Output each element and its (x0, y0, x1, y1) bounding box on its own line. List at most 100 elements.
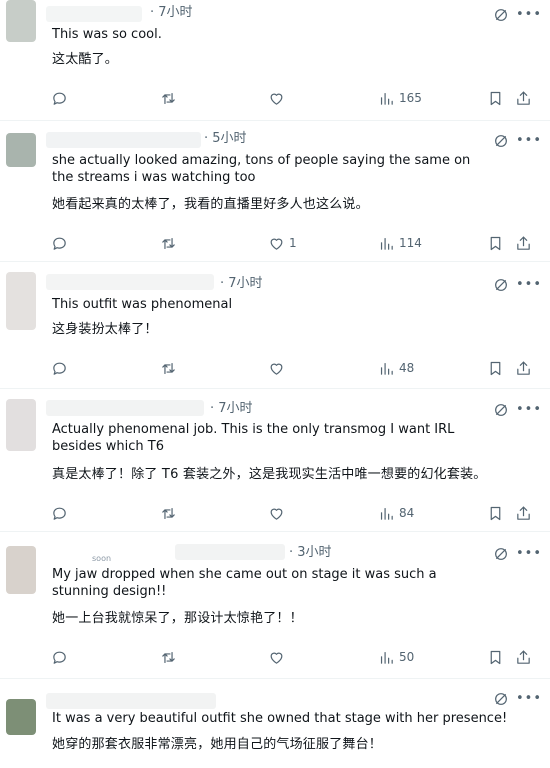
more-options-icon[interactable]: ••• (516, 692, 542, 706)
grok-icon[interactable] (493, 546, 509, 562)
bookmark-button[interactable] (487, 358, 504, 378)
bookmark-icon (487, 90, 504, 107)
reply-icon (51, 360, 68, 377)
share-button[interactable] (515, 88, 532, 108)
avatar[interactable] (6, 272, 36, 330)
author-handle-fragment: soon (92, 554, 112, 563)
retweet-icon (160, 505, 177, 522)
author-name-redacted[interactable] (46, 132, 201, 148)
avatar[interactable] (6, 133, 36, 167)
retweet-icon (160, 235, 177, 252)
view-count: 165 (399, 91, 422, 105)
share-button[interactable] (515, 233, 532, 253)
post[interactable]: · 7小时 ••• Actually phenomenal job. This … (0, 389, 550, 532)
share-button[interactable] (515, 647, 532, 667)
post-text-zh: 这太酷了。 (52, 52, 119, 67)
reply-icon (51, 649, 68, 666)
retweet-button[interactable] (160, 647, 177, 667)
bookmark-icon (487, 360, 504, 377)
post[interactable]: · 5小时 ••• she actually looked amazing, t… (0, 121, 550, 262)
more-options-icon[interactable]: ••• (516, 8, 542, 22)
more-options-icon[interactable]: ••• (516, 278, 542, 292)
like-count: 1 (289, 236, 297, 250)
author-name-redacted[interactable] (175, 544, 285, 560)
post-text-zh: 这身装扮太棒了！ (52, 322, 158, 337)
post-text-en: Actually phenomenal job. This is the onl… (52, 422, 455, 454)
view-count: 50 (399, 650, 415, 664)
post-text-en: This was so cool. (52, 27, 162, 42)
post-text-zh: 她看起来真的太棒了，我看的直播里好多人也这么说。 (52, 197, 369, 212)
reply-button[interactable] (51, 503, 68, 523)
share-icon (515, 235, 532, 252)
grok-icon[interactable] (493, 277, 509, 293)
post[interactable]: · 7小时 ••• This was so cool. 这太酷了。 165 (0, 0, 550, 121)
post-actions: 84 (0, 503, 550, 523)
post-text-en: This outfit was phenomenal (52, 297, 233, 312)
avatar[interactable] (6, 399, 36, 451)
views-icon (378, 360, 395, 377)
like-button[interactable] (268, 88, 289, 108)
like-button[interactable]: 1 (268, 233, 297, 253)
post-text-zh: 她一上台我就惊呆了，那设计太惊艳了！！ (52, 611, 303, 626)
view-count: 84 (399, 506, 415, 520)
post[interactable]: · 7小时 ••• This outfit was phenomenal 这身装… (0, 262, 550, 389)
reply-button[interactable] (51, 233, 68, 253)
post-text-en: My jaw dropped when she came out on stag… (52, 567, 437, 599)
share-icon (515, 90, 532, 107)
post-text-zh: 她穿的那套衣服非常漂亮，她用自己的气场征服了舞台！ (52, 737, 383, 752)
views-button[interactable]: 165 (378, 88, 422, 108)
post-time: · 7小时 (220, 276, 263, 291)
reply-button[interactable] (51, 647, 68, 667)
author-name-redacted[interactable] (46, 274, 214, 290)
heart-icon (268, 505, 285, 522)
more-options-icon[interactable]: ••• (516, 547, 542, 561)
views-button[interactable]: 114 (378, 233, 422, 253)
retweet-icon (160, 90, 177, 107)
views-button[interactable]: 48 (378, 358, 414, 378)
grok-icon[interactable] (493, 133, 509, 149)
reply-icon (51, 235, 68, 252)
bookmark-button[interactable] (487, 503, 504, 523)
bookmark-button[interactable] (487, 647, 504, 667)
post-actions: 1 114 (0, 233, 550, 253)
post[interactable]: soon · 3小时 ••• My jaw dropped when she c… (0, 532, 550, 679)
grok-icon[interactable] (493, 691, 509, 707)
retweet-button[interactable] (160, 358, 177, 378)
view-count: 48 (399, 361, 415, 375)
share-button[interactable] (515, 503, 532, 523)
author-name-redacted[interactable] (46, 6, 142, 22)
like-button[interactable] (268, 503, 289, 523)
share-icon (515, 505, 532, 522)
author-name-redacted[interactable] (46, 400, 204, 416)
reply-icon (51, 90, 68, 107)
avatar[interactable] (6, 699, 36, 735)
retweet-button[interactable] (160, 233, 177, 253)
retweet-button[interactable] (160, 88, 177, 108)
avatar[interactable] (6, 546, 36, 594)
grok-icon[interactable] (493, 7, 509, 23)
grok-icon[interactable] (493, 402, 509, 418)
views-button[interactable]: 50 (378, 647, 414, 667)
share-icon (515, 649, 532, 666)
post[interactable]: ••• It was a very beautiful outfit she o… (0, 679, 550, 768)
retweet-icon (160, 649, 177, 666)
views-icon (378, 505, 395, 522)
bookmark-button[interactable] (487, 233, 504, 253)
like-button[interactable] (268, 647, 289, 667)
retweet-button[interactable] (160, 503, 177, 523)
bookmark-button[interactable] (487, 88, 504, 108)
author-name-redacted[interactable] (46, 693, 216, 709)
more-options-icon[interactable]: ••• (516, 403, 542, 417)
like-button[interactable] (268, 358, 289, 378)
post-actions: 48 (0, 358, 550, 378)
avatar[interactable] (6, 0, 36, 42)
more-options-icon[interactable]: ••• (516, 134, 542, 148)
views-button[interactable]: 84 (378, 503, 414, 523)
heart-icon (268, 235, 285, 252)
reply-button[interactable] (51, 358, 68, 378)
post-time: · 7小时 (210, 401, 253, 416)
bookmark-icon (487, 649, 504, 666)
post-actions: 165 (0, 88, 550, 108)
reply-button[interactable] (51, 88, 68, 108)
share-button[interactable] (515, 358, 532, 378)
